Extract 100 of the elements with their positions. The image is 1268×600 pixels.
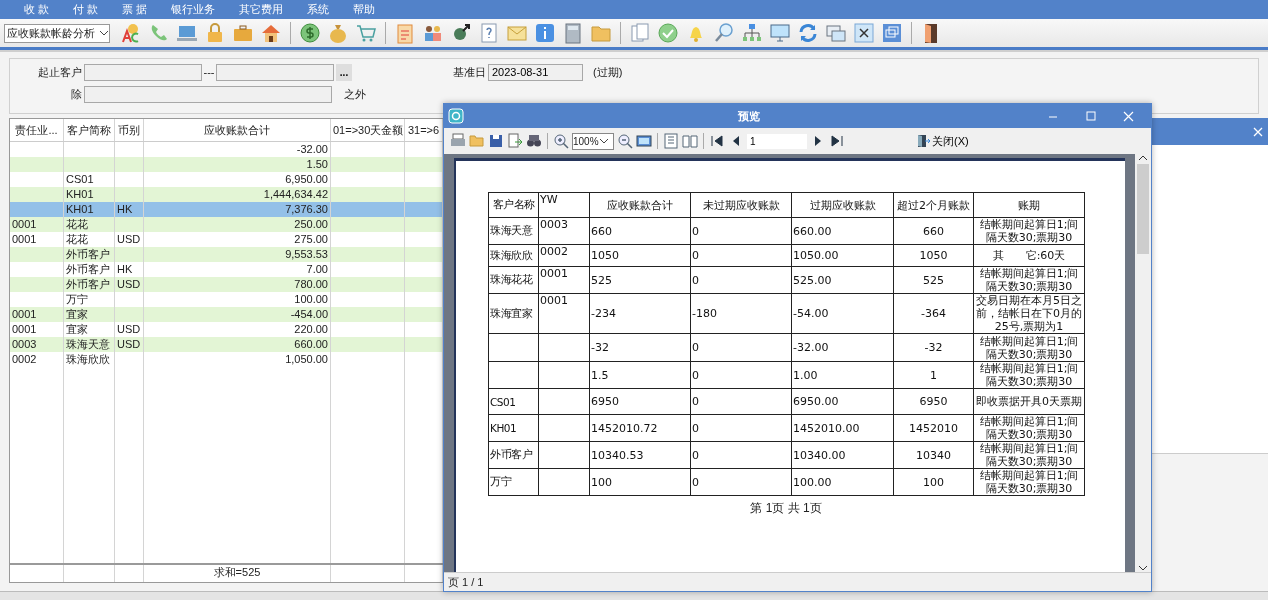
report-cell: 1 — [930, 368, 937, 382]
printer-icon[interactable] — [450, 133, 466, 149]
column-header[interactable]: 客户简称 — [64, 119, 115, 141]
first-page-icon[interactable] — [709, 133, 725, 149]
table-cell: USD — [115, 277, 144, 292]
scroll-down-icon[interactable] — [1138, 564, 1148, 572]
table-row[interactable]: KH01 1,444,634.42 — [10, 187, 443, 202]
restore-icon[interactable] — [881, 22, 903, 44]
column-header[interactable]: 应收账款合计 — [144, 119, 331, 141]
column-header[interactable]: 责任业... — [10, 119, 64, 141]
browse-button[interactable]: ... — [336, 63, 352, 81]
windows-icon[interactable] — [825, 22, 847, 44]
menu-item[interactable]: 帮助 — [341, 2, 388, 17]
calculator-icon[interactable] — [562, 22, 584, 44]
report-cell: 珠海花花 — [490, 273, 532, 285]
table-row[interactable]: 外币客户 USD 780.00 — [10, 277, 443, 292]
door-icon — [916, 134, 930, 148]
report-cell: 外币客户 — [490, 448, 532, 460]
menu-item[interactable]: 系统 — [295, 2, 342, 17]
column-header[interactable]: 01=>30天金额 — [331, 119, 405, 141]
menu-item[interactable]: 票 据 — [110, 2, 160, 17]
report-cell: 0002 — [540, 245, 568, 258]
scroll-up-icon[interactable] — [1138, 154, 1148, 162]
refresh-icon[interactable] — [797, 22, 819, 44]
zoom-out-icon[interactable] — [617, 133, 633, 149]
table-row[interactable]: KH01 HK 7,376.30 — [10, 202, 443, 217]
report-header-cell: 超过2个月账款 — [893, 192, 974, 218]
window-title: 预览 — [736, 108, 761, 124]
report-cell: 10340.53 — [591, 448, 644, 462]
table-cell: 外币客户 — [64, 277, 115, 292]
menu-item[interactable]: 其它费用 — [227, 2, 296, 17]
page-number-field[interactable]: 1 — [747, 133, 807, 149]
save-icon[interactable] — [488, 133, 504, 149]
menu-item[interactable]: 银行业务 — [159, 2, 228, 17]
table-cell: 9,553.53 — [144, 247, 331, 262]
table-cell: 0002 — [10, 352, 64, 367]
export-icon[interactable] — [507, 133, 523, 149]
house-icon[interactable] — [260, 22, 282, 44]
menu-item[interactable]: 收 款 — [12, 2, 62, 17]
fit-page-icon[interactable] — [636, 133, 652, 149]
scrollbar[interactable] — [1135, 154, 1151, 572]
close-icon[interactable] — [853, 22, 875, 44]
table-cell: 0003 — [10, 337, 64, 352]
report-header-cell: YW — [538, 192, 590, 218]
report-cell: 6950.00 — [793, 395, 839, 408]
info-icon[interactable] — [534, 22, 556, 44]
scrollbar-thumb[interactable] — [1137, 164, 1149, 254]
binoculars-icon[interactable] — [526, 133, 542, 149]
base-date-field[interactable]: 2023-08-31 — [488, 63, 583, 81]
monitor-icon[interactable] — [769, 22, 791, 44]
dollar-coin-icon[interactable] — [299, 22, 321, 44]
close-button[interactable]: 关闭(X) — [916, 133, 969, 149]
report-cell: -364 — [921, 307, 946, 320]
report-cell: -32 — [591, 341, 609, 354]
table-row[interactable]: 1.50 — [10, 157, 443, 172]
hierarchy-icon[interactable] — [741, 22, 763, 44]
field-label: 除 — [70, 86, 83, 102]
documents-icon[interactable] — [629, 22, 651, 44]
table-cell: 0001 — [10, 307, 64, 322]
report-cell: -234 — [591, 307, 616, 320]
range-separator: --- — [202, 66, 216, 78]
table-cell: 1,050.00 — [144, 352, 331, 367]
clipboard-icon[interactable] — [394, 22, 416, 44]
report-cell: 100 — [923, 475, 944, 489]
table-row[interactable]: 0001 宜家 -454.00 — [10, 307, 443, 322]
column-header[interactable]: 币别 — [115, 119, 144, 141]
table-cell: 宜家 — [64, 307, 115, 322]
report-cell: 100.00 — [793, 475, 832, 489]
report-cell: 1.00 — [793, 368, 818, 382]
report-cell: 525 — [591, 273, 612, 287]
field-label: 基准日 — [452, 64, 487, 80]
table-row[interactable]: 0003 珠海天意 USD 660.00 — [10, 337, 443, 352]
menu-item[interactable]: 付 款 — [61, 2, 111, 17]
table-cell: 珠海天意 — [64, 337, 115, 352]
report-cell: -54.00 — [793, 307, 829, 320]
report-cell: 1.5 — [591, 368, 609, 382]
report-dropdown[interactable]: 应收账款帐龄分析 — [4, 23, 110, 43]
briefcase-icon[interactable] — [232, 22, 254, 44]
last-page-icon[interactable] — [829, 133, 845, 149]
checkmark-icon[interactable] — [657, 22, 679, 44]
table-cell: 780.00 — [144, 277, 331, 292]
customer-to-field[interactable] — [216, 63, 334, 81]
maximize-icon[interactable] — [1084, 110, 1096, 122]
table-cell: USD — [115, 337, 144, 352]
table-cell: 花花 — [64, 217, 115, 232]
page-layout-icon[interactable] — [663, 133, 679, 149]
book-icon[interactable] — [682, 133, 698, 149]
table-row[interactable]: 0001 花花 250.00 — [10, 217, 443, 232]
report-cell: 0 — [692, 448, 699, 462]
report-cell: 1452010 — [909, 421, 958, 435]
search-icon[interactable] — [713, 22, 735, 44]
customer-from-field[interactable] — [84, 63, 202, 81]
zoom-dropdown[interactable]: 100% — [572, 132, 614, 150]
zoom-in-icon[interactable] — [553, 133, 569, 149]
report-header-cell: 应收账款合计 — [589, 192, 691, 218]
help-document-icon[interactable] — [478, 22, 500, 44]
cart-icon[interactable] — [355, 22, 377, 44]
exclude-field[interactable] — [84, 85, 332, 103]
money-bag-icon[interactable] — [327, 22, 349, 44]
table-row[interactable]: 外币客户 9,553.53 — [10, 247, 443, 262]
